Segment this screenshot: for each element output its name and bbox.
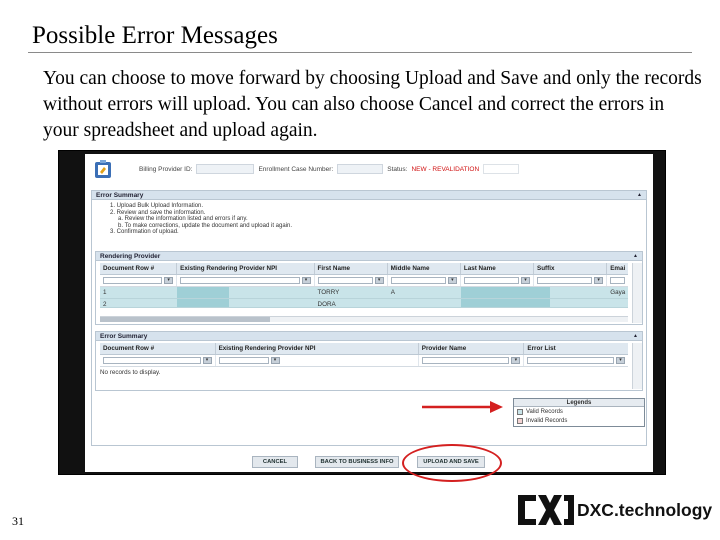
error-summary-grid: Document Row # Existing Rendering Provid… xyxy=(100,343,628,367)
step-2b: b. To make corrections, update the docum… xyxy=(118,222,293,229)
vertical-scrollbar[interactable] xyxy=(632,263,642,323)
filter-icon[interactable]: ▾ xyxy=(202,357,212,364)
column-header[interactable]: Last Name xyxy=(461,263,535,274)
filter-input[interactable] xyxy=(390,277,446,284)
action-button-bar: CANCEL BACK TO BUSINESS INFO UPLOAD AND … xyxy=(85,452,653,472)
cancel-button[interactable]: CANCEL xyxy=(252,456,298,468)
filter-input[interactable] xyxy=(463,277,520,284)
error-summary-header[interactable]: Error Summary ▲ xyxy=(96,332,642,341)
column-header[interactable]: Document Row # xyxy=(100,263,178,274)
filter-input[interactable] xyxy=(527,357,614,364)
upload-steps: 1. Upload Bulk Upload Information. 2. Re… xyxy=(110,203,292,236)
step-1: 1. Upload Bulk Upload Information. xyxy=(110,203,204,209)
billing-provider-label: Billing Provider ID: xyxy=(139,165,193,173)
collapse-icon[interactable]: ▲ xyxy=(637,191,642,200)
annotation-ellipse xyxy=(402,444,502,482)
billing-provider-field xyxy=(196,164,255,174)
table-row[interactable]: 1 TORRY A Gaya xyxy=(100,287,628,299)
column-header[interactable]: Emai xyxy=(607,263,628,274)
filter-input[interactable] xyxy=(103,277,163,284)
step-2a: a. Review the information listed and err… xyxy=(118,216,248,223)
legend-item-invalid: Invalid Records xyxy=(514,416,644,425)
bulk-upload-page: Billing Provider ID: Enrollment Case Num… xyxy=(85,154,653,472)
grid-header-row: Document Row # Existing Rendering Provid… xyxy=(100,263,628,275)
step-2: 2. Review and save the information. xyxy=(110,209,206,216)
error-summary-panel: Error Summary ▲ Document Row # Existing … xyxy=(95,331,643,391)
column-header[interactable]: First Name xyxy=(315,263,388,274)
filter-icon[interactable]: ▾ xyxy=(594,277,604,284)
annotation-arrow-icon xyxy=(422,401,503,413)
title-divider xyxy=(28,52,692,53)
filter-icon[interactable]: ▾ xyxy=(374,277,384,284)
collapse-icon[interactable]: ▲ xyxy=(633,332,638,341)
grid-header-row: Document Row # Existing Rendering Provid… xyxy=(100,343,628,355)
filter-icon[interactable]: ▾ xyxy=(270,357,280,364)
column-header[interactable]: Document Row # xyxy=(100,343,216,354)
filter-icon[interactable]: ▾ xyxy=(616,357,625,364)
enrollment-case-field xyxy=(337,164,384,174)
filter-input[interactable] xyxy=(180,277,300,284)
provider-header-bar: Billing Provider ID: Enrollment Case Num… xyxy=(139,163,549,175)
app-logo-icon xyxy=(95,160,111,178)
error-summary-header[interactable]: Error Summary ▲ xyxy=(92,191,646,200)
filter-input[interactable] xyxy=(103,357,201,364)
column-header[interactable]: Middle Name xyxy=(388,263,461,274)
back-to-business-info-button[interactable]: BACK TO BUSINESS INFO xyxy=(315,456,399,468)
grid-filter-row: ▾ ▾ ▾ ▾ ▾ ▾ xyxy=(100,275,628,287)
filter-input[interactable] xyxy=(218,357,269,364)
filter-input[interactable] xyxy=(610,277,625,284)
status-label: Status: xyxy=(387,165,408,173)
filter-input[interactable] xyxy=(317,277,373,284)
rendering-provider-grid: Document Row # Existing Rendering Provid… xyxy=(100,263,628,308)
column-header[interactable]: Existing Rendering Provider NPI xyxy=(177,263,315,274)
column-header[interactable]: Suffix xyxy=(534,263,608,274)
slide-body-text: You can choose to move forward by choosi… xyxy=(43,68,702,141)
grid-filter-row: ▾ ▾ ▾ ▾ xyxy=(100,355,628,367)
filter-icon[interactable]: ▾ xyxy=(164,277,174,284)
valid-swatch xyxy=(517,408,523,415)
slide-title: Possible Error Messages xyxy=(32,22,278,49)
no-records-text: No records to display. xyxy=(100,369,161,376)
column-header[interactable]: Provider Name xyxy=(419,343,525,354)
filter-input[interactable] xyxy=(421,357,510,364)
vertical-scrollbar[interactable] xyxy=(632,343,642,389)
column-header[interactable]: Existing Rendering Provider NPI xyxy=(216,343,419,354)
collapse-icon[interactable]: ▲ xyxy=(633,252,638,261)
slide-number: 31 xyxy=(12,514,24,528)
filter-input[interactable] xyxy=(537,277,593,284)
application-screenshot: Billing Provider ID: Enrollment Case Num… xyxy=(58,150,666,475)
enrollment-case-label: Enrollment Case Number: xyxy=(258,165,334,173)
table-row[interactable]: 2 DORA xyxy=(100,299,628,308)
filter-icon[interactable]: ▾ xyxy=(521,277,531,284)
filter-icon[interactable]: ▾ xyxy=(447,277,457,284)
horizontal-scrollbar[interactable] xyxy=(100,316,628,322)
status-value: NEW - REVALIDATION xyxy=(411,165,480,173)
scroll-thumb[interactable] xyxy=(100,317,270,322)
brand-name: DXC.technology xyxy=(577,500,713,520)
rendering-provider-header[interactable]: Rendering Provider ▲ xyxy=(96,252,642,261)
legend-title: Legends xyxy=(514,399,644,407)
legend-box: Legends Valid Records Invalid Records xyxy=(513,398,645,427)
step-3: 3. Confirmation of upload. xyxy=(110,229,179,236)
filter-icon[interactable]: ▾ xyxy=(511,357,521,364)
legend-item-valid: Valid Records xyxy=(514,407,644,416)
filter-icon[interactable]: ▾ xyxy=(301,277,311,284)
rendering-provider-panel: Rendering Provider ▲ Document Row # Exis… xyxy=(95,251,643,325)
invalid-swatch xyxy=(517,417,523,424)
column-header[interactable]: Error List xyxy=(524,343,628,354)
